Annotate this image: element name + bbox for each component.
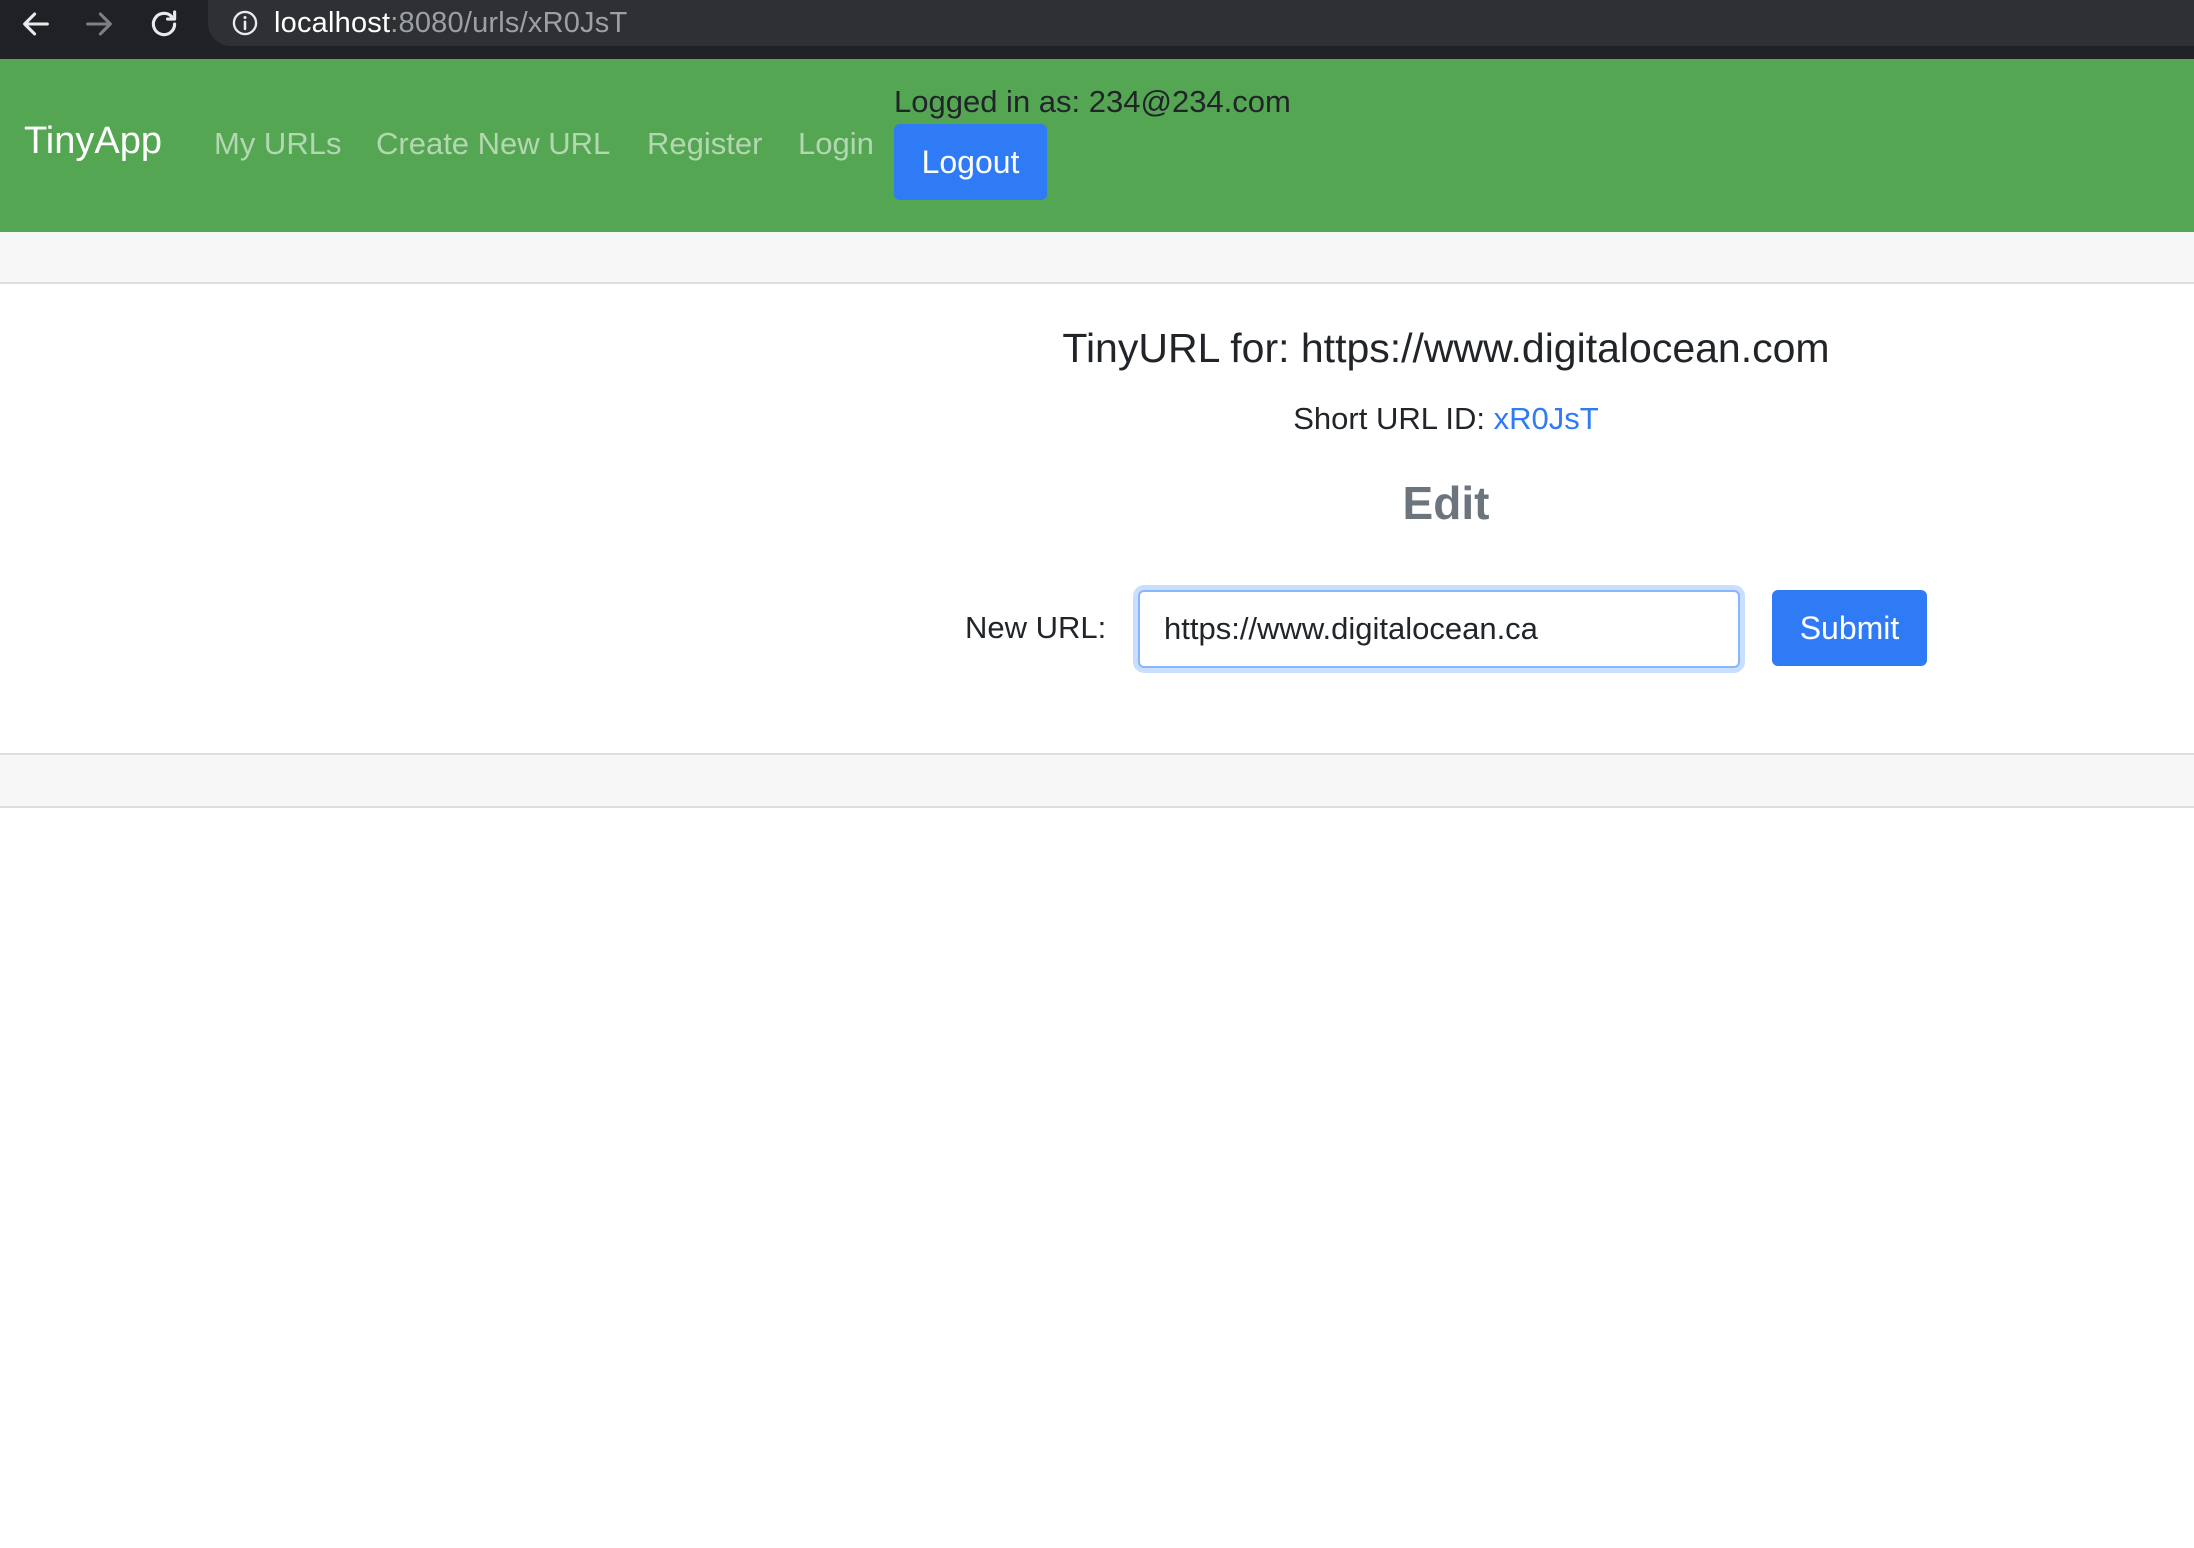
browser-toolbar: localhost:8080/urls/xR0JsT: [0, 0, 2194, 59]
brand-link[interactable]: TinyApp: [24, 122, 162, 160]
edit-heading: Edit: [1402, 477, 1490, 529]
page-title: TinyURL for: https://www.digitalocean.co…: [1062, 325, 1830, 371]
card-header: [0, 232, 2194, 284]
forward-button[interactable]: [79, 4, 119, 44]
nav-link-register[interactable]: Register: [647, 128, 762, 159]
nav-link-my-urls[interactable]: My URLs: [214, 128, 341, 159]
address-bar[interactable]: localhost:8080/urls/xR0JsT: [208, 0, 2194, 46]
short-url-line: Short URL ID: xR0JsT: [896, 400, 1996, 437]
logout-button[interactable]: Logout: [894, 124, 1047, 200]
logged-in-status: Logged in as: 234@234.com: [894, 84, 1291, 119]
short-url-prefix: Short URL ID:: [1293, 401, 1494, 436]
nav-link-login[interactable]: Login: [798, 128, 874, 159]
new-url-label: New URL:: [965, 610, 1107, 645]
back-button[interactable]: [16, 4, 56, 44]
nav-link-create-new-url[interactable]: Create New URL: [376, 128, 610, 159]
url-path: :8080/urls/xR0JsT: [390, 6, 628, 39]
info-circle-icon[interactable]: [230, 8, 260, 38]
arrow-right-icon: [86, 12, 112, 36]
navbar: TinyApp My URLs Create New URL Register …: [0, 59, 2194, 232]
reload-button[interactable]: [144, 4, 184, 44]
url-host: localhost: [274, 6, 391, 39]
arrow-left-icon: [23, 12, 49, 36]
short-url-link[interactable]: xR0JsT: [1494, 401, 1599, 436]
submit-button[interactable]: Submit: [1772, 590, 1927, 666]
reload-icon: [151, 10, 177, 37]
card-footer: [0, 753, 2194, 808]
new-url-input[interactable]: [1138, 590, 1740, 668]
url-text: localhost:8080/urls/xR0JsT: [274, 7, 627, 40]
card-body: TinyURL for: https://www.digitalocean.co…: [0, 284, 2194, 754]
